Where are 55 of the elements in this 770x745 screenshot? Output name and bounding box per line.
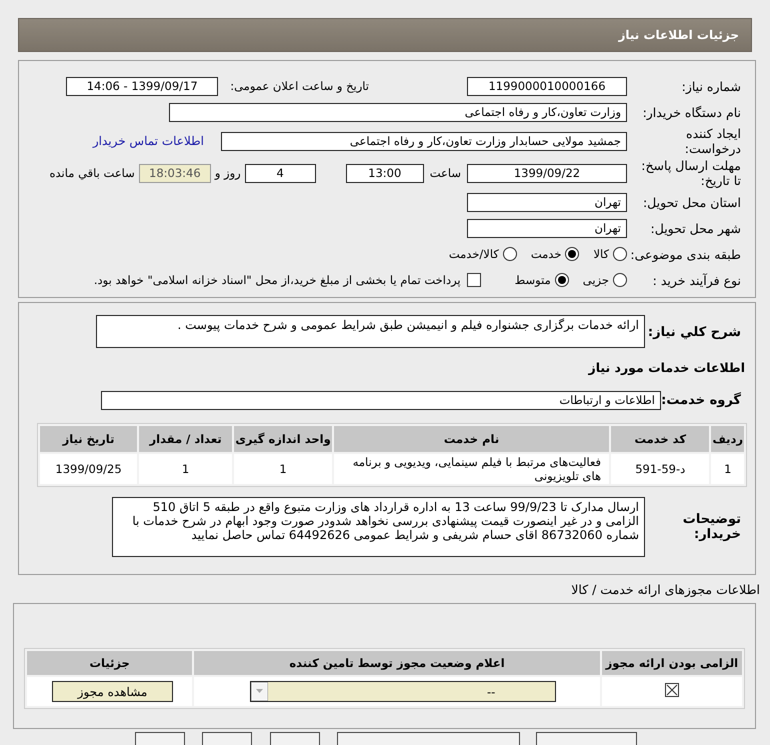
column-header: کد خدمت bbox=[611, 426, 710, 452]
section-title: اطلاعات مجوزهای ارائه خدمت / کالا bbox=[570, 582, 760, 598]
column-header: جزئیات bbox=[27, 651, 192, 675]
checkbox-label: پرداخت تمام یا بخشی از مبلغ خرید،از محل "اسناد خزانه اسلامی" خواهد بود. bbox=[94, 273, 461, 287]
field-label: نام دستگاه خریدار: bbox=[642, 104, 742, 120]
input-field: تهران bbox=[467, 218, 627, 238]
input-field: وزارت تعاون،کار و رفاه اجتماعی bbox=[169, 102, 627, 122]
field-label: ایجاد کننده درخواست: bbox=[684, 126, 742, 156]
field-label: استان محل تحویل: bbox=[642, 194, 742, 210]
radio-label: کالا bbox=[593, 247, 609, 261]
radio-label: متوسط bbox=[514, 273, 551, 287]
field-label: شرح کلي نياز: bbox=[646, 324, 742, 340]
field-label: طبقه بندی موضوعی: bbox=[629, 246, 742, 262]
field-label: شماره نیاز: bbox=[680, 78, 742, 94]
radio-label: خدمت bbox=[530, 247, 562, 261]
input-field: 4 bbox=[244, 164, 316, 182]
input-field: 13:00 bbox=[346, 164, 424, 182]
field-label: روز و bbox=[214, 166, 241, 180]
column-header: ردیف bbox=[711, 426, 744, 452]
table-cell: 1 bbox=[234, 454, 332, 484]
field-label: نوع فرآیند خرید : bbox=[652, 272, 742, 288]
table-cell: 1399/09/25 bbox=[40, 454, 138, 484]
page-title: جزئیات اطلاعات نیاز bbox=[618, 28, 739, 42]
table-cell: 1 bbox=[139, 454, 232, 484]
input-field: اطلاعات و ارتباطات bbox=[101, 390, 661, 410]
field-label: گروه خدمت: bbox=[661, 392, 742, 408]
contact-link[interactable]: اطلاعات تماس خریدار bbox=[92, 134, 204, 148]
section-heading: اطلاعات خدمات مورد نیاز bbox=[587, 360, 745, 375]
input-field: 18:03:46 bbox=[138, 164, 211, 182]
notes-box: ارسال مدارک تا 99/9/23 ساعت 13 به اداره قرارداد های وزارت متبوع واقع در طبقه 5 اتاق 510 الزامی و در غیر اینصورت قیمت پیشنهادی بررسی نخواهد شدودر صورت وجود ابهام در شرح خدمات با شماره 86732060 اقای حسام شریفی و شرایط عمومی 64492626 تماس حاصل نمایید bbox=[112, 497, 645, 557]
view-permit-button[interactable]: مشاهده مجوز bbox=[52, 681, 173, 702]
field-label: تاریخ و ساعت اعلان عمومی: bbox=[230, 79, 369, 93]
table-cell: د-59-591 bbox=[611, 454, 710, 484]
table-cell: 1 bbox=[711, 454, 744, 484]
column-header: نام خدمت bbox=[334, 426, 610, 452]
input-field: 1399/09/17 - 14:06 bbox=[66, 76, 218, 96]
radio-label: کالا/خدمت bbox=[448, 247, 499, 261]
dropdown[interactable]: -- bbox=[250, 681, 556, 702]
column-header: تعداد / مقدار bbox=[139, 426, 232, 452]
field-label: شهر محل تحویل: bbox=[650, 220, 742, 236]
field-label: ساعت باقي مانده bbox=[50, 166, 135, 180]
field-label: ساعت bbox=[430, 166, 461, 180]
column-header: واحد اندازه گیری bbox=[234, 426, 332, 452]
input-field: تهران bbox=[467, 192, 627, 212]
description-box: ارائه خدمات برگزاری جشنواره فیلم و انیمیشن طبق شرایط عمومی و شرح خدمات پیوست . bbox=[96, 315, 645, 348]
radio-label: جزیی bbox=[582, 273, 609, 287]
table-cell: فعالیت‌های مرتبط با فیلم سینمایی، ویدیویی و برنامه های تلویزیونی bbox=[334, 454, 610, 484]
column-header: الزامی بودن ارائه مجوز bbox=[602, 651, 742, 675]
column-header: اعلام وضعیت مجوز توسط تامین کننده bbox=[194, 651, 600, 675]
column-header: تاریخ نیاز bbox=[40, 426, 138, 452]
input-field: جمشید مولایی حسابدار وزارت تعاون،کار و رفاه اجتماعی bbox=[221, 132, 627, 150]
field-label: مهلت ارسال پاسخ: تا تاریخ: bbox=[640, 158, 742, 188]
input-field: 1399/09/22 bbox=[467, 164, 627, 182]
field-label: توضیحات خریدار: bbox=[682, 512, 742, 542]
input-field: 1199000010000166 bbox=[467, 76, 627, 96]
